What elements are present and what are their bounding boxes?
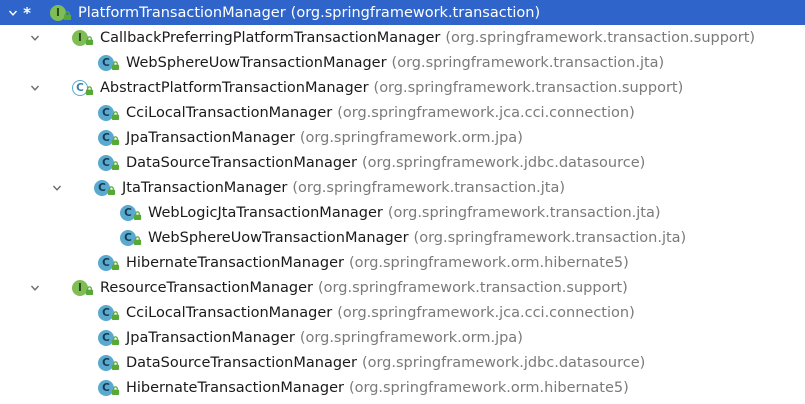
public-lock-icon <box>111 385 120 395</box>
class-icon: C <box>98 379 122 397</box>
chevron-down-icon[interactable] <box>28 75 42 100</box>
class-icon: C <box>120 229 144 247</box>
type-package: (org.springframework.orm.jpa) <box>299 329 523 346</box>
type-name: CciLocalTransactionManager <box>126 104 333 121</box>
interface-icon: I <box>72 29 96 47</box>
class-icon: C <box>98 254 122 272</box>
type-package: (org.springframework.jdbc.datasource) <box>361 354 646 371</box>
type-name: PlatformTransactionManager <box>78 4 286 21</box>
tree-node[interactable]: * I PlatformTransactionManager (org.springf… <box>0 0 805 25</box>
public-lock-icon <box>85 35 94 45</box>
public-lock-icon <box>85 85 94 95</box>
type-name: HibernateTransactionManager <box>126 254 344 271</box>
type-name: CciLocalTransactionManager <box>126 304 333 321</box>
class-icon: C <box>98 54 122 72</box>
type-package: (org.springframework.transaction.jta) <box>387 204 661 221</box>
public-lock-icon <box>63 10 72 20</box>
type-package: (org.springframework.jca.cci.connection) <box>337 304 635 321</box>
type-name: CallbackPreferringPlatformTransactionMan… <box>100 29 441 46</box>
class-icon: C <box>98 329 122 347</box>
type-package: (org.springframework.transaction.support… <box>445 29 756 46</box>
tree-node[interactable]: C JpaTransactionManager (org.springframewo… <box>0 325 805 350</box>
class-icon: C <box>98 154 122 172</box>
public-lock-icon <box>107 185 116 195</box>
interface-icon: I <box>50 4 74 22</box>
type-package: (org.springframework.transaction.support… <box>318 279 628 296</box>
type-package: (org.springframework.orm.jpa) <box>299 129 523 146</box>
type-package: (org.springframework.transaction.jta) <box>413 229 687 246</box>
type-name: JpaTransactionManager <box>126 129 295 146</box>
class-icon: C <box>98 304 122 322</box>
chevron-down-icon[interactable] <box>50 175 64 200</box>
public-lock-icon <box>133 235 142 245</box>
tree-node[interactable]: C AbstractPlatformTransactionManager (org.… <box>0 75 805 100</box>
public-lock-icon <box>111 160 120 170</box>
chevron-down-icon[interactable] <box>28 275 42 300</box>
type-name: ResourceTransactionManager <box>100 279 314 296</box>
abstract-class-icon: C <box>72 79 96 97</box>
public-lock-icon <box>111 135 120 145</box>
public-lock-icon <box>111 360 120 370</box>
tree-node[interactable]: C CciLocalTransactionManager (org.springfr… <box>0 300 805 325</box>
tree-node[interactable]: C JtaTransactionManager (org.springframewo… <box>0 175 805 200</box>
public-lock-icon <box>85 285 94 295</box>
type-name: WebSphereUowTransactionManager <box>126 54 387 71</box>
class-icon: C <box>94 179 118 197</box>
tree-node[interactable]: C HibernateTransactionManager (org.springf… <box>0 250 805 275</box>
tree-node[interactable]: C HibernateTransactionManager (org.springf… <box>0 375 805 400</box>
class-icon: C <box>98 354 122 372</box>
tree-node[interactable]: C DataSourceTransactionManager (org.spring… <box>0 150 805 175</box>
public-lock-icon <box>133 210 142 220</box>
type-package: (org.springframework.transaction.jta) <box>391 54 665 71</box>
class-icon: C <box>120 204 144 222</box>
type-name: WebSphereUowTransactionManager <box>148 229 409 246</box>
public-lock-icon <box>111 60 120 70</box>
focus-star-icon: * <box>23 3 31 22</box>
tree-node[interactable]: C JpaTransactionManager (org.springframewo… <box>0 125 805 150</box>
type-name: WebLogicJtaTransactionManager <box>148 204 383 221</box>
tree-node[interactable]: C DataSourceTransactionManager (org.spring… <box>0 350 805 375</box>
public-lock-icon <box>111 335 120 345</box>
class-icon: C <box>98 129 122 147</box>
public-lock-icon <box>111 110 120 120</box>
type-package: (org.springframework.orm.hibernate5) <box>348 379 629 396</box>
public-lock-icon <box>111 260 120 270</box>
chevron-down-icon[interactable] <box>6 0 20 25</box>
type-package: (org.springframework.jdbc.datasource) <box>361 154 646 171</box>
type-name: HibernateTransactionManager <box>126 379 344 396</box>
tree-node[interactable]: C WebSphereUowTransactionManager (org.spri… <box>0 50 805 75</box>
type-package: (org.springframework.transaction.support… <box>373 79 684 96</box>
tree-node[interactable]: I ResourceTransactionManager (org.springfr… <box>0 275 805 300</box>
type-package: (org.springframework.jca.cci.connection) <box>337 104 635 121</box>
type-name: DataSourceTransactionManager <box>126 154 357 171</box>
public-lock-icon <box>111 310 120 320</box>
type-name: AbstractPlatformTransactionManager <box>100 79 369 96</box>
type-package: (org.springframework.transaction.jta) <box>292 179 566 196</box>
type-package: (org.springframework.transaction) <box>290 4 541 21</box>
tree-node[interactable]: C WebSphereUowTransactionManager (org.spri… <box>0 225 805 250</box>
chevron-down-icon[interactable] <box>28 25 42 50</box>
tree-node[interactable]: I CallbackPreferringPlatformTransactionMa… <box>0 25 805 50</box>
type-name: JpaTransactionManager <box>126 329 295 346</box>
interface-icon: I <box>72 279 96 297</box>
tree-node[interactable]: C CciLocalTransactionManager (org.springfr… <box>0 100 805 125</box>
class-icon: C <box>98 104 122 122</box>
tree-node[interactable]: C WebLogicJtaTransactionManager (org.sprin… <box>0 200 805 225</box>
type-name: DataSourceTransactionManager <box>126 354 357 371</box>
type-hierarchy-tree: * I PlatformTransactionManager (org.springf… <box>0 0 805 404</box>
type-name: JtaTransactionManager <box>122 179 288 196</box>
type-package: (org.springframework.orm.hibernate5) <box>348 254 629 271</box>
